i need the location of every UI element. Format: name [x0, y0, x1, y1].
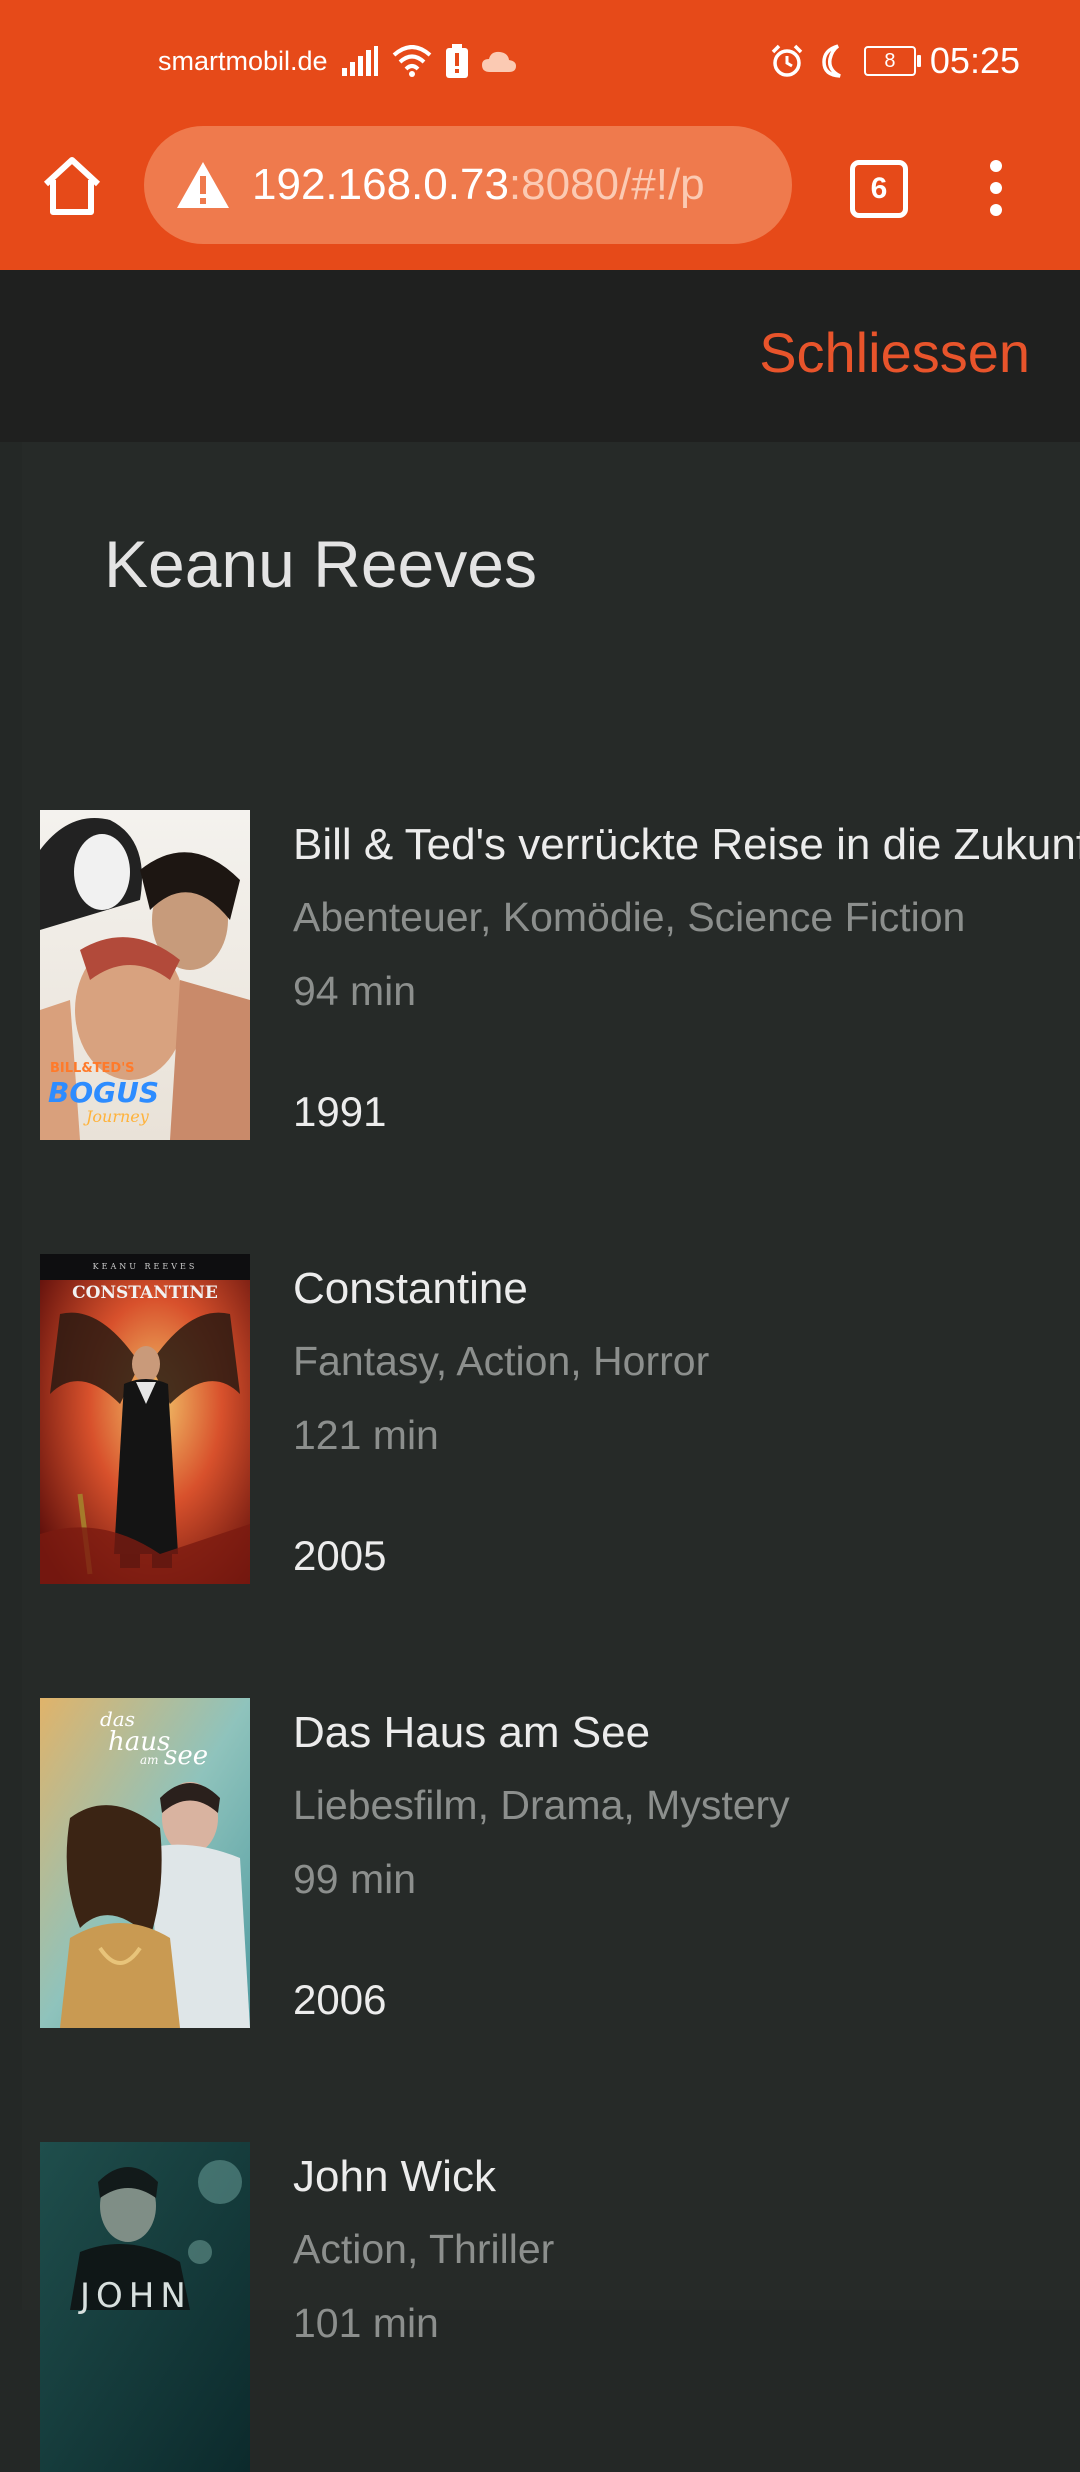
movie-year: 2005	[293, 1532, 387, 1579]
browser-toolbar: 192.168.0.73:8080/#!/p 6	[0, 124, 1080, 270]
signal-icon	[341, 46, 378, 76]
svg-text:BILL&TED'S: BILL&TED'S	[50, 1061, 135, 1076]
svg-text:Journey: Journey	[83, 1107, 150, 1126]
svg-text:see: see	[164, 1741, 208, 1771]
movie-genres: Liebesfilm, Drama, Mystery	[293, 1782, 790, 1828]
movie-title[interactable]: John Wick	[293, 2152, 496, 2202]
warning-icon[interactable]	[176, 160, 230, 210]
battery-alert-icon	[445, 44, 468, 78]
movie-runtime: 121 min	[293, 1412, 439, 1458]
clock: 05:25	[929, 40, 1020, 81]
wifi-icon	[392, 45, 431, 77]
url-text[interactable]: 192.168.0.73:8080/#!/p	[252, 160, 705, 210]
status-bar: smartmobil.de 8 05:25	[0, 0, 1080, 124]
url-path: :8080/#!/p	[508, 160, 705, 209]
movie-runtime: 101 min	[293, 2300, 439, 2346]
moon-icon	[822, 44, 841, 78]
url-bar[interactable]: 192.168.0.73:8080/#!/p	[144, 126, 792, 244]
person-panel: Keanu Reeves BILL&TED'S BOGUS Journey Bi…	[22, 442, 1080, 2472]
cloud-icon	[481, 51, 516, 72]
list-item[interactable]: KEANU REEVES CONSTANTINE Constantine Fan…	[40, 1254, 1080, 1584]
movie-poster[interactable]: BILL&TED'S BOGUS Journey	[40, 810, 250, 1140]
home-icon[interactable]	[40, 154, 104, 218]
page-title: Keanu Reeves	[104, 527, 537, 601]
movie-runtime: 99 min	[293, 1856, 417, 1902]
svg-text:KEANU REEVES: KEANU REEVES	[93, 1262, 198, 1271]
movie-title[interactable]: Das Haus am See	[293, 1708, 650, 1758]
movie-poster[interactable]: KEANU REEVES CONSTANTINE	[40, 1254, 250, 1584]
status-left: smartmobil.de	[158, 44, 516, 78]
list-item[interactable]: das haus am see Das Haus am See Liebesfi…	[40, 1698, 1080, 2028]
list-item[interactable]: BILL&TED'S BOGUS Journey Bill & Ted's ve…	[40, 810, 1080, 1140]
svg-text:am: am	[140, 1753, 159, 1767]
carrier-label: smartmobil.de	[158, 45, 328, 76]
movie-poster[interactable]: das haus am see	[40, 1698, 250, 2028]
tab-switcher-button[interactable]: 6	[850, 160, 908, 218]
movie-genres: Fantasy, Action, Horror	[293, 1338, 710, 1384]
app-header: Schliessen	[0, 270, 1080, 442]
movie-poster[interactable]: JOHN	[40, 2142, 250, 2472]
status-right: 8 05:25	[770, 40, 1020, 82]
battery-indicator: 8	[863, 46, 921, 76]
close-button[interactable]: Schliessen	[759, 320, 1030, 385]
alarm-icon	[771, 44, 803, 77]
movie-year: 1991	[293, 1088, 387, 1135]
movie-runtime: 94 min	[293, 968, 417, 1014]
movie-title[interactable]: Constantine	[293, 1264, 528, 1314]
movie-genres: Abenteuer, Komödie, Science Fiction	[293, 894, 966, 940]
svg-text:JOHN: JOHN	[78, 2276, 192, 2316]
movie-year: 2006	[293, 1976, 387, 2023]
svg-text:BOGUS: BOGUS	[48, 1076, 159, 1109]
movie-title[interactable]: Bill & Ted's verrückte Reise in die Zuku…	[293, 820, 1080, 870]
movie-genres: Action, Thriller	[293, 2226, 555, 2272]
svg-text:CONSTANTINE: CONSTANTINE	[72, 1283, 218, 1303]
list-item[interactable]: JOHN John Wick Action, Thriller 101 min	[40, 2142, 1080, 2472]
url-host: 192.168.0.73	[252, 160, 509, 209]
overflow-menu-icon[interactable]	[984, 158, 1008, 218]
